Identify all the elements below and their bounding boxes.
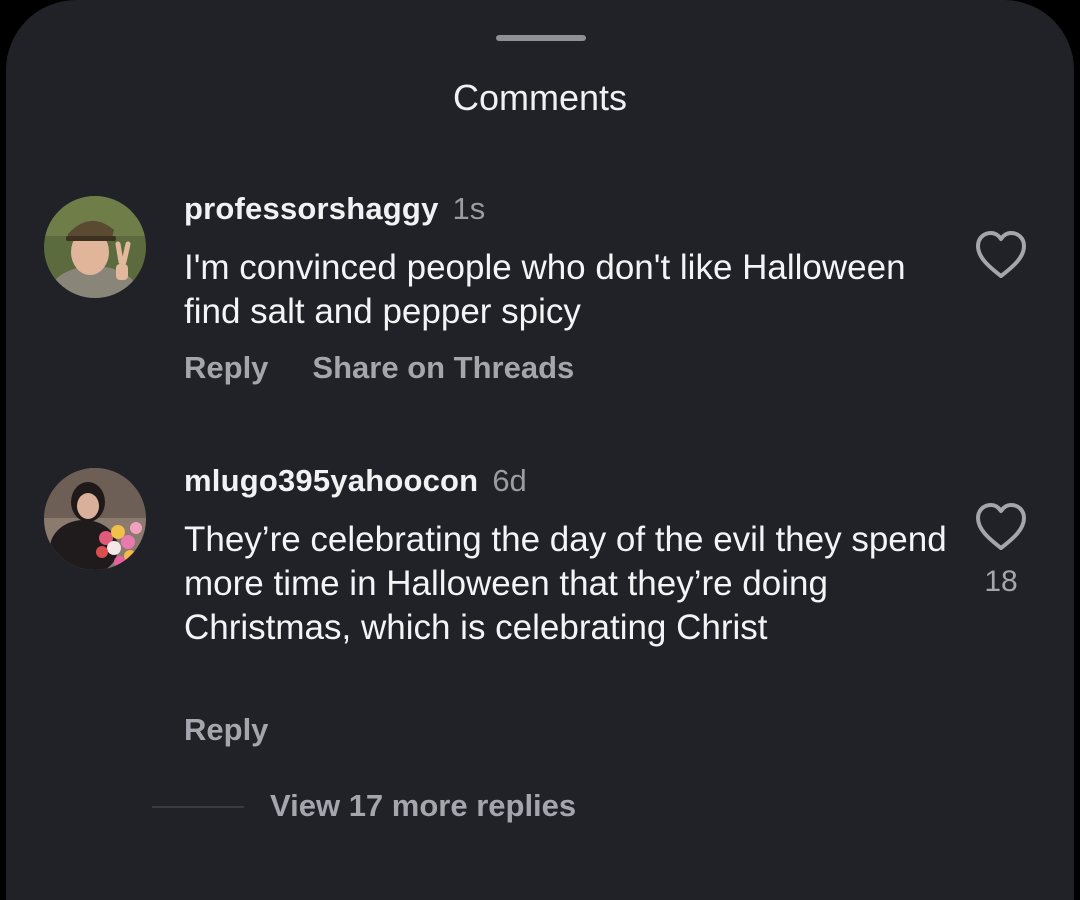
username[interactable]: professorshaggy [184,191,439,226]
username[interactable]: mlugo395yahoocon [184,463,478,498]
comment-text: They’re celebrating the day of the evil … [184,520,947,647]
replies-divider [152,806,244,808]
timestamp: 6d [492,463,527,498]
comment-actions: Reply [184,710,312,750]
avatar[interactable] [44,196,146,298]
comment-actions: Reply Share on Threads [184,348,618,388]
reply-button[interactable]: Reply [184,348,268,388]
screen: Comments professorshaggy 1s I'm convinced… [0,0,1080,900]
avatar[interactable] [44,468,146,570]
comment-meta: mlugo395yahoocon 6d [184,461,527,501]
heart-outline-icon[interactable] [974,502,1028,552]
view-more-replies-button[interactable]: View 17 more replies [270,786,576,826]
comments-sheet [6,0,1074,900]
like-count: 18 [984,565,1018,598]
sheet-title: Comments [452,77,628,118]
reply-button[interactable]: Reply [184,710,268,750]
avatar-image [44,468,146,570]
avatar-image [44,196,146,298]
heart-outline-icon[interactable] [974,230,1028,280]
comment-meta: professorshaggy 1s [184,189,485,229]
timestamp: 1s [452,191,486,226]
comment-text: I'm convinced people who don't like Hall… [184,248,906,331]
drag-handle[interactable] [496,35,586,41]
share-on-threads-button[interactable]: Share on Threads [312,348,574,388]
